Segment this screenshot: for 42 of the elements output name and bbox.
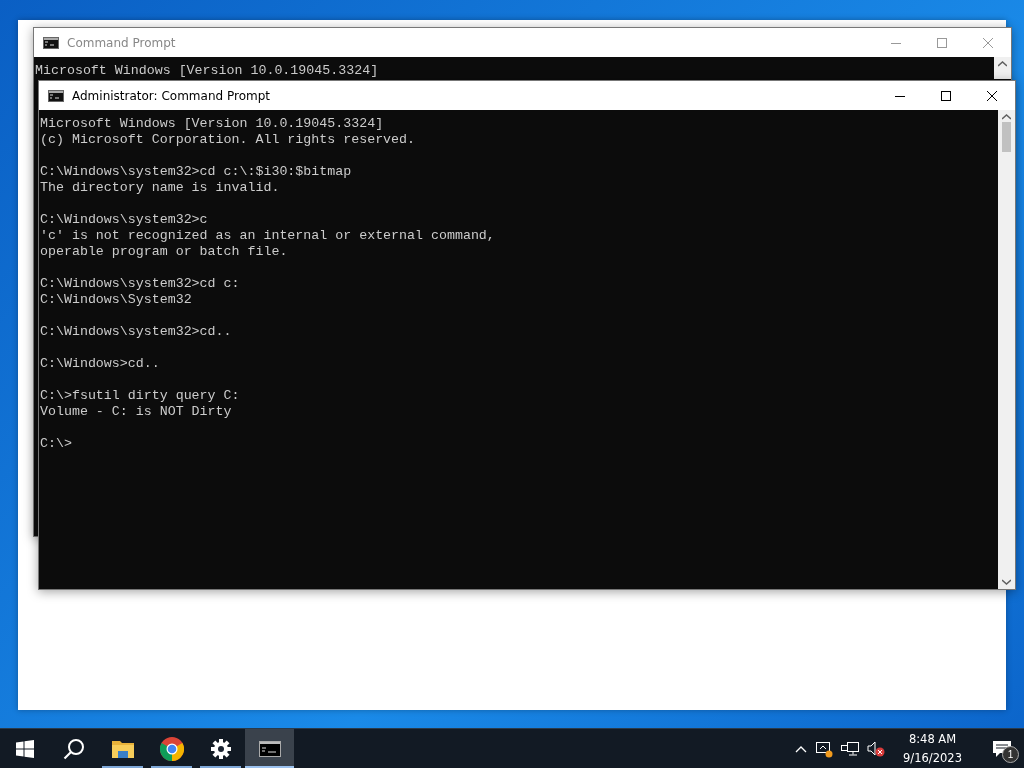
- console-line: Microsoft Windows [Version 10.0.19045.3324]: [35, 63, 379, 79]
- console-line: (c) Microsoft Corporation. All rights reserved.: [40, 132, 416, 148]
- console-line: operable program or batch file.: [40, 244, 288, 260]
- scroll-bar[interactable]: [998, 110, 1015, 589]
- scroll-up-icon[interactable]: [998, 61, 1007, 67]
- console-line: C:\Windows>cd..: [40, 356, 160, 372]
- terminal-icon: [258, 740, 281, 757]
- windows-logo-icon: [15, 739, 34, 758]
- window-title: Command Prompt: [67, 35, 177, 50]
- scroll-up-icon[interactable]: [1002, 114, 1011, 120]
- speaker-muted-icon[interactable]: [867, 740, 886, 757]
- browser-icon: [159, 736, 184, 761]
- scroll-thumb[interactable]: [1002, 122, 1011, 152]
- window-title: Administrator: Command Prompt: [72, 88, 271, 103]
- notification-button[interactable]: 1: [980, 729, 1024, 768]
- console-line: C:\Windows\system32>cd c:: [40, 276, 240, 292]
- search-icon: [62, 737, 85, 760]
- terminal-icon: [43, 36, 59, 49]
- maximize-icon: [937, 37, 947, 48]
- maximize-icon: [941, 90, 951, 101]
- network-status-icon[interactable]: [815, 739, 834, 758]
- console-line: C:\Windows\system32>cd c:\:$i30:$bitmap: [40, 164, 352, 180]
- console-line: C:\>fsutil dirty query C:: [40, 388, 240, 404]
- chevron-up-icon[interactable]: [795, 744, 808, 753]
- scroll-bar[interactable]: [994, 57, 1011, 79]
- close-icon: [987, 90, 997, 101]
- notification-count: 1: [1002, 746, 1019, 763]
- scroll-down-icon[interactable]: [1002, 579, 1011, 585]
- monitor-icon[interactable]: [841, 740, 860, 757]
- taskbar-app[interactable]: [245, 729, 294, 768]
- console-line: C:\Windows\system32>cd..: [40, 324, 232, 340]
- console-line: 'c' is not recognized as an internal or external command,: [40, 228, 495, 244]
- close-icon: [983, 37, 993, 48]
- console-line: C:\>: [40, 436, 72, 452]
- terminal-icon: [48, 89, 64, 102]
- console-line: The directory name is invalid.: [40, 180, 280, 196]
- console-line: Microsoft Windows [Version 10.0.19045.3324]: [40, 116, 384, 132]
- folder-icon: [111, 739, 134, 758]
- console-line: C:\Windows\system32>c: [40, 212, 208, 228]
- console-line: Volume - C: is NOT Dirty: [40, 404, 232, 420]
- clock[interactable]: 8:48 AM 9/16/2023: [893, 729, 972, 768]
- console-line: C:\Windows\System32: [40, 292, 192, 308]
